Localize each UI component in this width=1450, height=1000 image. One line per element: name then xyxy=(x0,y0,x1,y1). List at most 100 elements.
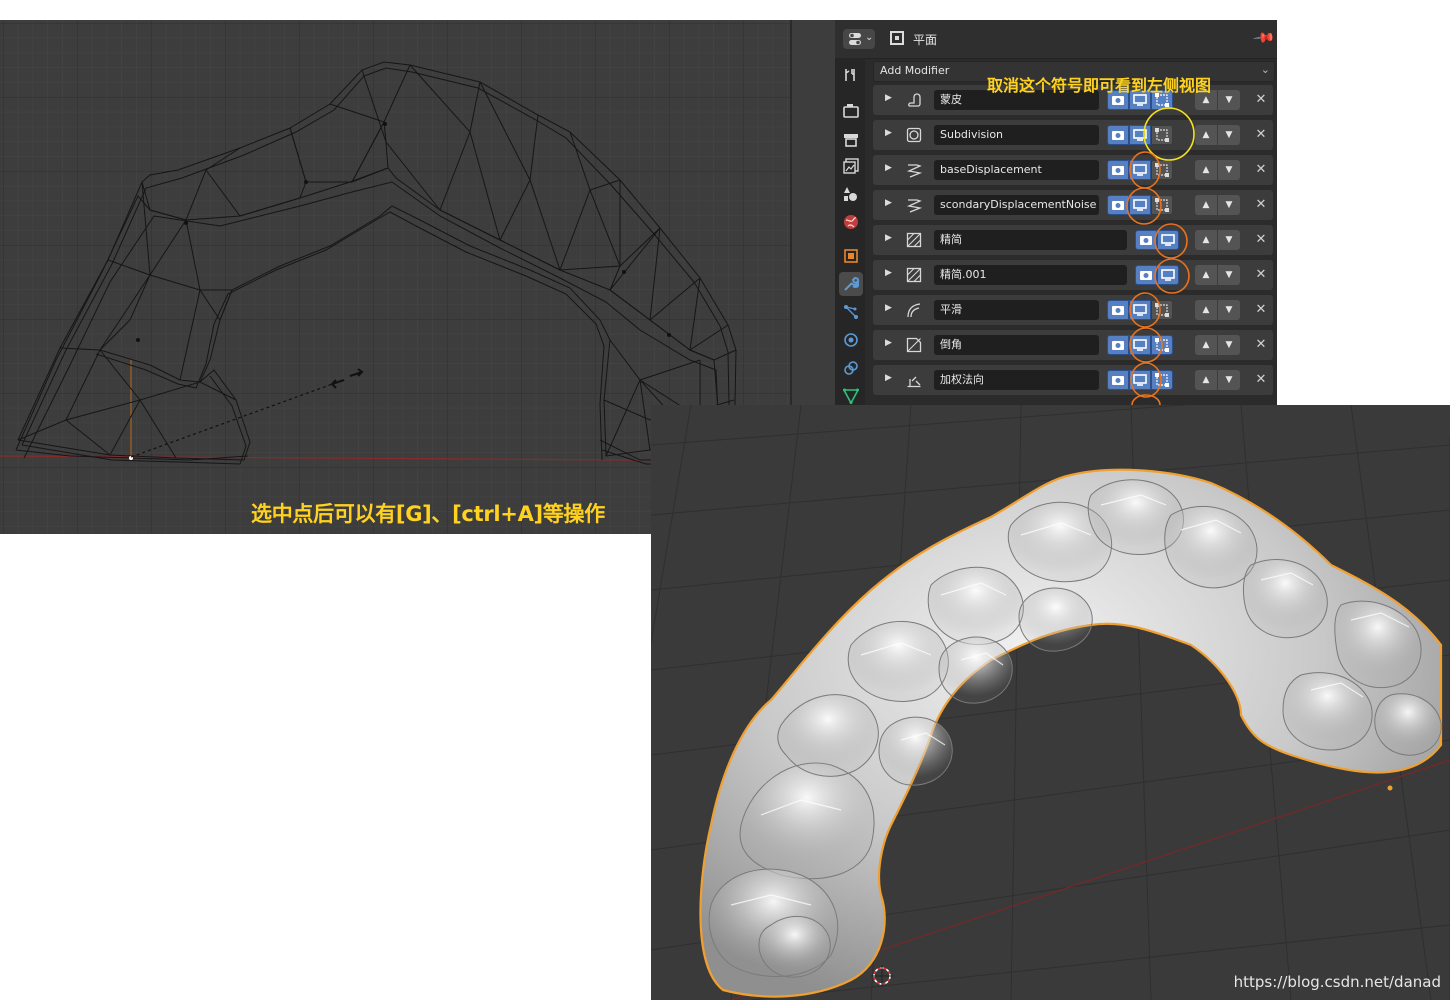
editmode-toggle[interactable] xyxy=(1151,160,1173,180)
editor-type-icon xyxy=(849,33,861,45)
modifier-name-field[interactable]: 精简.001 xyxy=(934,265,1127,285)
modifier-row-decimate[interactable]: ▶ 精简 ▲ ▼ ✕ xyxy=(873,225,1273,255)
physics-icon xyxy=(844,333,858,347)
move-down-button[interactable]: ▼ xyxy=(1218,370,1240,390)
render-toggle[interactable] xyxy=(1107,195,1129,215)
modifier-name-field[interactable]: 倒角 xyxy=(934,335,1099,355)
tab-physics[interactable] xyxy=(839,328,863,352)
tab-particles[interactable] xyxy=(839,300,863,324)
modifier-name-field[interactable]: Subdivision xyxy=(934,125,1099,145)
move-down-button[interactable]: ▼ xyxy=(1218,335,1240,355)
tab-tool[interactable] xyxy=(839,63,863,87)
modifier-name-field[interactable]: 加权法向 xyxy=(934,370,1099,390)
move-up-button[interactable]: ▲ xyxy=(1195,230,1217,250)
tab-data[interactable] xyxy=(839,384,863,405)
viewport-toggle[interactable] xyxy=(1129,160,1151,180)
remove-modifier-button[interactable]: ✕ xyxy=(1253,265,1269,285)
viewport-toggle[interactable] xyxy=(1129,125,1151,145)
modifier-row-secondary-displacement[interactable]: ▶ scondaryDisplacementNoise ▲ ▼ ✕ xyxy=(873,190,1273,220)
expand-arrow-icon[interactable]: ▶ xyxy=(885,303,892,313)
editor-type-button[interactable]: ⌄ xyxy=(843,29,875,49)
modifier-row-smooth[interactable]: ▶ 平滑 ▲ ▼ ✕ xyxy=(873,295,1273,325)
expand-arrow-icon[interactable]: ▶ xyxy=(885,268,892,278)
remove-modifier-button[interactable]: ✕ xyxy=(1253,195,1269,215)
viewport-toggle[interactable] xyxy=(1157,265,1179,285)
tab-object[interactable] xyxy=(839,244,863,268)
modifier-name-field[interactable]: baseDisplacement xyxy=(934,160,1099,180)
move-up-button[interactable]: ▲ xyxy=(1195,300,1217,320)
editmode-toggle[interactable] xyxy=(1151,335,1173,355)
move-down-button[interactable]: ▼ xyxy=(1218,160,1240,180)
wrench-icon xyxy=(844,277,859,291)
viewport-toggle[interactable] xyxy=(1157,230,1179,250)
move-up-button[interactable]: ▲ xyxy=(1195,335,1217,355)
3d-cursor-icon[interactable] xyxy=(871,965,893,987)
tab-render[interactable] xyxy=(839,98,863,122)
monitor-icon xyxy=(1133,164,1147,176)
solid-viewport[interactable]: https://blog.csdn.net/danad xyxy=(651,405,1450,1000)
modifier-name-field[interactable]: 精简 xyxy=(934,230,1127,250)
move-up-button[interactable]: ▲ xyxy=(1195,160,1217,180)
tab-constraints[interactable] xyxy=(839,356,863,380)
move-up-button[interactable]: ▲ xyxy=(1195,265,1217,285)
move-up-button[interactable]: ▲ xyxy=(1195,195,1217,215)
move-up-button[interactable]: ▲ xyxy=(1195,370,1217,390)
viewport-toggle[interactable] xyxy=(1129,335,1151,355)
expand-arrow-icon[interactable]: ▶ xyxy=(885,198,892,208)
move-down-button[interactable]: ▼ xyxy=(1218,90,1240,110)
render-toggle[interactable] xyxy=(1107,370,1129,390)
bevel-icon xyxy=(906,337,922,353)
move-down-button[interactable]: ▼ xyxy=(1218,300,1240,320)
editmode-toggle[interactable] xyxy=(1151,300,1173,320)
area-divider[interactable] xyxy=(790,20,835,405)
edit-mode-icon xyxy=(1155,163,1169,177)
modifier-row-subdivision[interactable]: ▶ Subdivision ▲ ▼ ✕ xyxy=(873,120,1273,150)
tab-modifiers[interactable] xyxy=(839,272,863,296)
remove-modifier-button[interactable]: ✕ xyxy=(1253,160,1269,180)
tab-scene[interactable] xyxy=(839,182,863,206)
render-toggle[interactable] xyxy=(1107,160,1129,180)
modifier-row-bevel[interactable]: ▶ 倒角 ▲ ▼ ✕ xyxy=(873,330,1273,360)
move-up-button[interactable]: ▲ xyxy=(1195,125,1217,145)
modifier-name-field[interactable]: scondaryDisplacementNoise xyxy=(934,195,1099,215)
editmode-toggle[interactable] xyxy=(1151,125,1173,145)
properties-annotation: 取消这个符号即可看到左侧视图 xyxy=(987,76,1212,95)
expand-arrow-icon[interactable]: ▶ xyxy=(885,233,892,243)
move-down-button[interactable]: ▼ xyxy=(1218,230,1240,250)
move-down-button[interactable]: ▼ xyxy=(1218,195,1240,215)
modifier-row-weighted-normal[interactable]: ▶ 加权法向 ▲ ▼ ✕ xyxy=(873,365,1273,395)
pin-icon[interactable]: 📌 xyxy=(1252,26,1276,49)
rock-arch-mesh[interactable] xyxy=(699,468,1443,998)
remove-modifier-button[interactable]: ✕ xyxy=(1253,90,1269,110)
object-origin[interactable] xyxy=(1387,785,1393,791)
modifier-row-base-displacement[interactable]: ▶ baseDisplacement ▲ ▼ ✕ xyxy=(873,155,1273,185)
render-toggle[interactable] xyxy=(1135,265,1157,285)
edit-mode-icon xyxy=(1155,338,1169,352)
viewport-toggle[interactable] xyxy=(1129,370,1151,390)
render-toggle[interactable] xyxy=(1107,335,1129,355)
expand-arrow-icon[interactable]: ▶ xyxy=(885,373,892,383)
tab-view-layer[interactable] xyxy=(839,154,863,178)
tab-world[interactable] xyxy=(839,210,863,234)
editmode-toggle[interactable] xyxy=(1151,195,1173,215)
modifier-row-decimate-001[interactable]: ▶ 精简.001 ▲ ▼ ✕ xyxy=(873,260,1273,290)
render-toggle[interactable] xyxy=(1107,125,1129,145)
viewport-toggle[interactable] xyxy=(1129,300,1151,320)
remove-modifier-button[interactable]: ✕ xyxy=(1253,370,1269,390)
remove-modifier-button[interactable]: ✕ xyxy=(1253,230,1269,250)
tab-output[interactable] xyxy=(839,127,863,151)
expand-arrow-icon[interactable]: ▶ xyxy=(885,338,892,348)
modifier-name-field[interactable]: 平滑 xyxy=(934,300,1099,320)
expand-arrow-icon[interactable]: ▶ xyxy=(885,163,892,173)
render-toggle[interactable] xyxy=(1135,230,1157,250)
expand-arrow-icon[interactable]: ▶ xyxy=(885,128,892,138)
move-down-button[interactable]: ▼ xyxy=(1218,125,1240,145)
remove-modifier-button[interactable]: ✕ xyxy=(1253,335,1269,355)
move-down-button[interactable]: ▼ xyxy=(1218,265,1240,285)
editmode-toggle[interactable] xyxy=(1151,370,1173,390)
viewport-toggle[interactable] xyxy=(1129,195,1151,215)
render-toggle[interactable] xyxy=(1107,300,1129,320)
remove-modifier-button[interactable]: ✕ xyxy=(1253,125,1269,145)
remove-modifier-button[interactable]: ✕ xyxy=(1253,300,1269,320)
expand-arrow-icon[interactable]: ▶ xyxy=(885,93,892,103)
